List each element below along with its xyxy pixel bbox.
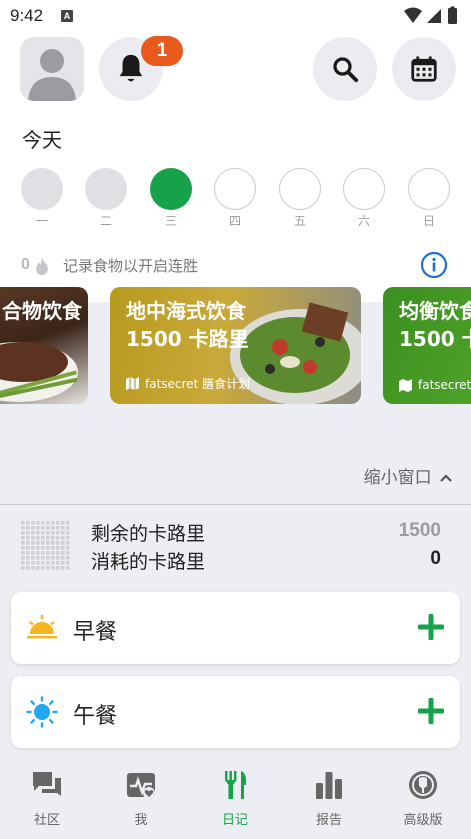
diet-card-1-title: 合物饮食 xyxy=(2,299,82,323)
info-icon[interactable] xyxy=(420,251,448,279)
nav-label-community: 社区 xyxy=(33,813,60,828)
diet-card-3-name: 均衡饮食 xyxy=(399,299,471,323)
day-label-fri: 五 xyxy=(293,214,306,228)
diet-card-3[interactable]: 均衡饮食 1500 卡 fatsecret xyxy=(383,287,471,404)
nav-item-diary[interactable]: 日记 xyxy=(188,757,282,839)
day-circle-mon[interactable] xyxy=(21,168,63,210)
remaining-calories-value: 1500 xyxy=(398,520,441,541)
nav-label-report: 报告 xyxy=(315,813,342,828)
day-circle-tue[interactable] xyxy=(85,168,127,210)
nav-label-me: 我 xyxy=(134,813,148,828)
day-label-thu: 四 xyxy=(228,214,241,228)
me-icon xyxy=(127,773,155,799)
user-icon xyxy=(28,49,76,101)
diet-card-3-footer-text: fatsecret xyxy=(418,378,471,392)
battery-icon xyxy=(448,8,457,24)
flame-icon xyxy=(36,258,48,275)
diary-header: 1 今天 一 二 三 四 五 六 日 0 记录食物以开启连胜 xyxy=(0,32,471,302)
notification-a-icon: A xyxy=(61,10,73,22)
meal-name-lunch: 午餐 xyxy=(73,704,118,729)
status-time: 9:42 xyxy=(10,6,44,25)
sunrise-icon xyxy=(27,615,57,639)
chevron-up-icon xyxy=(440,474,452,482)
divider xyxy=(0,504,471,505)
add-lunch-plus-icon[interactable] xyxy=(416,696,446,726)
nav-item-me[interactable]: 我 xyxy=(94,757,188,839)
day-circle-sat[interactable] xyxy=(343,168,385,210)
meal-card-lunch[interactable]: 午餐 xyxy=(11,676,460,748)
search-button[interactable] xyxy=(313,37,377,101)
diet-card-1[interactable]: 合物饮食 xyxy=(0,287,88,404)
sun-icon xyxy=(26,696,58,728)
bottom-navigation: 社区 我 日记 报告 高级版 xyxy=(0,757,471,839)
streak-count: 0 xyxy=(21,256,30,273)
avatar[interactable] xyxy=(20,37,84,101)
notification-badge: 1 xyxy=(141,36,183,66)
nav-label-diary: 日记 xyxy=(221,813,248,828)
collapse-label: 缩小窗口 xyxy=(363,468,432,488)
diet-card-3-calories: 1500 卡 xyxy=(399,327,471,351)
premium-icon xyxy=(409,771,437,799)
calendar-button[interactable] xyxy=(392,37,456,101)
diet-card-3-title: 均衡饮食 1500 卡 xyxy=(399,297,471,353)
calendar-icon xyxy=(411,56,437,82)
nav-item-community[interactable]: 社区 xyxy=(0,757,94,839)
nav-label-premium: 高级版 xyxy=(403,813,443,828)
day-label-tue: 二 xyxy=(99,214,112,228)
map-icon xyxy=(126,377,139,390)
day-circle-thu[interactable] xyxy=(214,168,256,210)
consumed-calories-label: 消耗的卡路里 xyxy=(91,551,206,573)
day-circle-wed[interactable] xyxy=(150,168,192,210)
collapse-button[interactable]: 缩小窗口 xyxy=(364,463,453,488)
add-breakfast-plus-icon[interactable] xyxy=(416,612,446,642)
day-label-mon: 一 xyxy=(35,214,48,228)
diet-card-2-calories: 1500 卡路里 xyxy=(126,327,249,351)
wifi-icon xyxy=(404,7,422,23)
day-circle-fri[interactable] xyxy=(279,168,321,210)
diet-card-2-title: 地中海式饮食 1500 卡路里 xyxy=(126,297,249,353)
today-heading: 今天 xyxy=(22,128,62,152)
calorie-grid-icon xyxy=(21,521,70,570)
diet-card-3-footer: fatsecret xyxy=(399,378,471,392)
signal-icon xyxy=(427,9,441,23)
diet-card-2-footer: fatsecret 膳食计划 xyxy=(126,375,250,392)
day-circle-sun[interactable] xyxy=(408,168,450,210)
diet-card-2[interactable]: 地中海式饮食 1500 卡路里 fatsecret 膳食计划 xyxy=(110,287,361,404)
diary-icon xyxy=(225,771,247,799)
report-icon xyxy=(316,772,342,799)
status-bar: 9:42 A xyxy=(0,0,471,32)
day-label-sat: 六 xyxy=(357,214,370,228)
nav-item-report[interactable]: 报告 xyxy=(282,757,376,839)
consumed-calories-value: 0 xyxy=(430,548,441,569)
community-icon xyxy=(33,772,61,796)
remaining-calories-label: 剩余的卡路里 xyxy=(91,523,206,545)
meal-name-breakfast: 早餐 xyxy=(73,620,118,645)
status-icons xyxy=(404,6,457,24)
nav-item-premium[interactable]: 高级版 xyxy=(376,757,470,839)
search-icon xyxy=(333,57,359,83)
meal-card-breakfast[interactable]: 早餐 xyxy=(11,592,460,664)
streak-text: 记录食物以开启连胜 xyxy=(63,257,199,275)
diet-card-2-name: 地中海式饮食 xyxy=(126,299,246,323)
day-label-sun: 日 xyxy=(422,214,435,228)
diet-card-2-footer-text: fatsecret 膳食计划 xyxy=(145,377,251,391)
day-label-wed: 三 xyxy=(164,214,177,228)
map-icon xyxy=(399,378,412,392)
